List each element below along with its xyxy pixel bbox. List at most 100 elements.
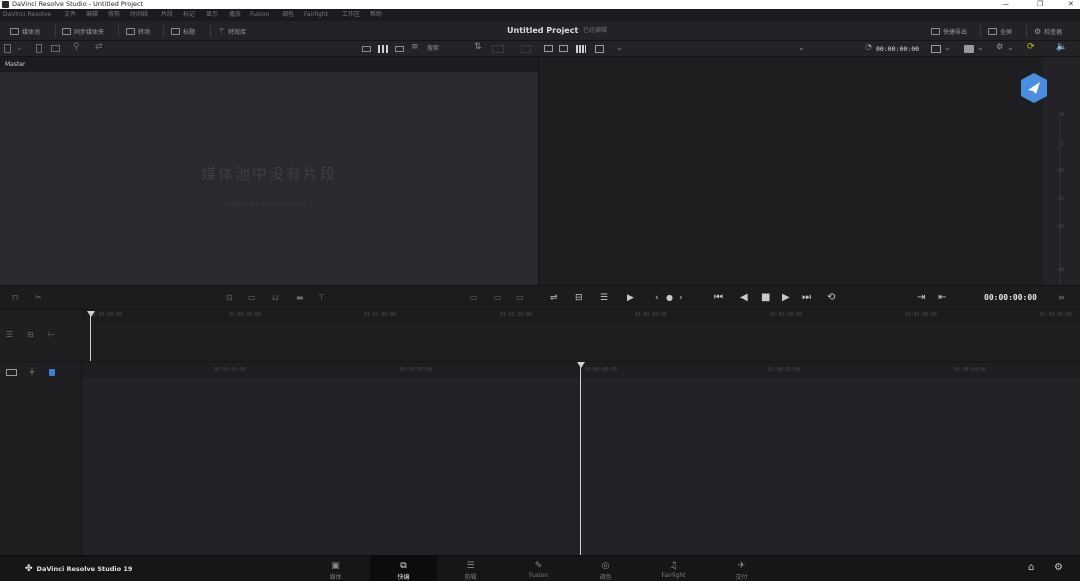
loop-playback-icon[interactable]: ⟲ [827, 292, 835, 304]
minimize-button[interactable]: — [1002, 0, 1009, 9]
close-button[interactable]: ✕ [1068, 0, 1074, 9]
import-icon[interactable] [51, 45, 60, 52]
menu-color[interactable]: 调色 [282, 9, 294, 21]
close-up-icon[interactable]: ▬ [296, 292, 304, 304]
aspect-chevron-icon[interactable]: ⌄ [977, 43, 984, 52]
audio-track-icon[interactable]: ⏚ [28, 366, 36, 377]
new-bin-icon[interactable] [36, 44, 42, 53]
filter-icon[interactable] [492, 45, 504, 53]
place-on-top-icon[interactable]: ⊤ [318, 292, 325, 304]
settings-gear-icon[interactable]: ⚙ [1054, 562, 1063, 573]
track-view-icon[interactable]: ☰ [6, 330, 13, 339]
display-icon[interactable] [931, 45, 941, 53]
menu-timeline[interactable]: 时间线 [130, 9, 148, 21]
track-razor-icon[interactable]: ⊢ [48, 330, 55, 339]
go-to-end-icon[interactable]: ⏭ [802, 292, 811, 304]
jog-next-icon[interactable]: › [679, 292, 683, 304]
menu-edit[interactable]: 编辑 [86, 9, 98, 21]
video-track-icon[interactable] [6, 369, 17, 376]
menu-file[interactable]: 文件 [64, 9, 76, 21]
loop-icon[interactable]: ⟳ [1027, 42, 1035, 52]
source-clip-icon[interactable] [544, 45, 553, 52]
options-icon[interactable] [521, 45, 531, 53]
menu-view[interactable]: 显示 [206, 9, 218, 21]
sync-bin-button[interactable]: 同步媒体夹 [62, 21, 104, 41]
home-icon[interactable]: ⌂ [1028, 562, 1034, 573]
lower-timeline[interactable] [82, 362, 1080, 555]
trim-icon[interactable]: ⇌ [550, 292, 558, 304]
menu-trim[interactable]: 修剪 [108, 9, 120, 21]
upper-playhead[interactable] [90, 314, 91, 361]
quick-export-button[interactable]: 快捷导出 [931, 21, 967, 41]
display-chevron-icon[interactable]: ⌄ [944, 43, 951, 52]
stop-icon[interactable]: ■ [761, 292, 770, 304]
viewer-timecode[interactable]: 00:00:00:00 [984, 286, 1037, 310]
lower-playhead-handle[interactable] [577, 362, 585, 368]
tab-fairlight[interactable]: ♫ Fairlight [640, 556, 707, 581]
list-view-icon[interactable]: ≡ [411, 42, 419, 52]
upper-playhead-handle[interactable] [87, 311, 95, 317]
track-color-icon[interactable] [49, 369, 55, 376]
dynamic-zoom-icon[interactable]: ⊟ [575, 292, 583, 304]
timeline-view-icon[interactable] [576, 45, 586, 53]
media-pool-button[interactable]: 媒体池 [10, 21, 40, 41]
source-overwrite-icon[interactable]: ▭ [470, 292, 478, 304]
go-to-start-icon[interactable]: ⏮ [714, 292, 723, 304]
razor-icon[interactable]: ✂ [35, 292, 42, 304]
smart-insert-icon[interactable]: ⊡ [226, 292, 233, 304]
tools-icon[interactable]: ⚙ [996, 42, 1003, 51]
maximize-button[interactable]: ❐ [1037, 0, 1043, 9]
clip-dropdown-icon[interactable]: ⌄ [798, 43, 805, 52]
aspect-icon[interactable] [964, 45, 974, 53]
menu-playback[interactable]: 播放 [229, 9, 241, 21]
chevron-down-icon[interactable]: ⌄ [16, 43, 23, 52]
transitions-button[interactable]: 转场 [126, 21, 150, 41]
volume-icon[interactable]: 🔈 [1056, 42, 1067, 52]
thumbnail-view-icon[interactable] [378, 45, 388, 53]
source-replace-icon[interactable]: ▭ [516, 292, 524, 304]
track-lock-icon[interactable]: ⊓ [12, 292, 18, 304]
metadata-view-icon[interactable] [362, 46, 371, 52]
tab-fusion[interactable]: ✎ Fusion [505, 556, 572, 581]
viewer-timecode-top[interactable]: 00:00:00:00 [876, 41, 919, 57]
jog-prev-icon[interactable]: ‹ [655, 292, 659, 304]
tools-chevron-icon[interactable]: ⌄ [1007, 43, 1014, 52]
menu-lines-icon[interactable]: ≡ [1058, 292, 1065, 304]
append-icon[interactable]: ▭ [248, 292, 256, 304]
tab-cut[interactable]: ⧉ 快编 [370, 556, 437, 581]
assistant-badge-icon[interactable] [1019, 72, 1049, 104]
lower-playhead[interactable] [580, 366, 581, 555]
menu-fusion[interactable]: Fusion [250, 9, 269, 21]
mark-out-icon[interactable]: ⇤ [938, 292, 946, 304]
bin-name[interactable]: Master [5, 57, 26, 73]
options-chevron-icon[interactable]: ⌄ [616, 43, 623, 52]
link-icon[interactable]: ⚲ [73, 42, 80, 52]
source-insert-icon[interactable]: ▭ [494, 292, 502, 304]
video-viewer[interactable] [538, 57, 1043, 285]
fullscreen-button[interactable]: 全屏 [988, 21, 1012, 41]
mark-in-icon[interactable]: ⇥ [917, 292, 925, 304]
tab-color[interactable]: ◎ 调色 [572, 556, 639, 581]
grid-icon[interactable] [595, 45, 604, 53]
tab-media[interactable]: ▣ 媒体 [302, 556, 369, 581]
media-pool-area[interactable]: 媒体池中没有片段 从媒体存储中添加片段来开始工作 [0, 73, 538, 285]
tab-deliver[interactable]: ✈ 交付 [708, 556, 775, 581]
titles-button[interactable]: 标题 [171, 21, 195, 41]
menu-clip[interactable]: 片段 [161, 9, 173, 21]
play-reverse-icon[interactable]: ◀ [740, 292, 748, 304]
menu-fairlight[interactable]: Fairlight [304, 9, 328, 21]
upper-ruler[interactable]: 01:00:00:00 01:00:30:00 01:01:00:00 01:0… [82, 310, 1080, 322]
search-label[interactable]: 搜索 [427, 41, 439, 57]
ripple-icon[interactable]: ⊔ [272, 292, 278, 304]
sort-icon[interactable]: ⇅ [474, 42, 482, 52]
play-icon[interactable]: ▶ [782, 292, 790, 304]
speed-icon[interactable]: ▶ [627, 292, 634, 304]
panel-toggle-icon[interactable] [4, 44, 11, 53]
effects-button[interactable]: ⚚ 特效库 [218, 21, 246, 41]
track-audio-icon[interactable]: ⊟ [27, 330, 34, 339]
menu-workspace[interactable]: 工作区 [342, 9, 360, 21]
menu-help[interactable]: 帮助 [370, 9, 382, 21]
sync-icon[interactable]: ⇄ [95, 42, 103, 52]
filmstrip-view-icon[interactable] [395, 46, 404, 52]
tab-edit[interactable]: ☰ 剪辑 [437, 556, 504, 581]
